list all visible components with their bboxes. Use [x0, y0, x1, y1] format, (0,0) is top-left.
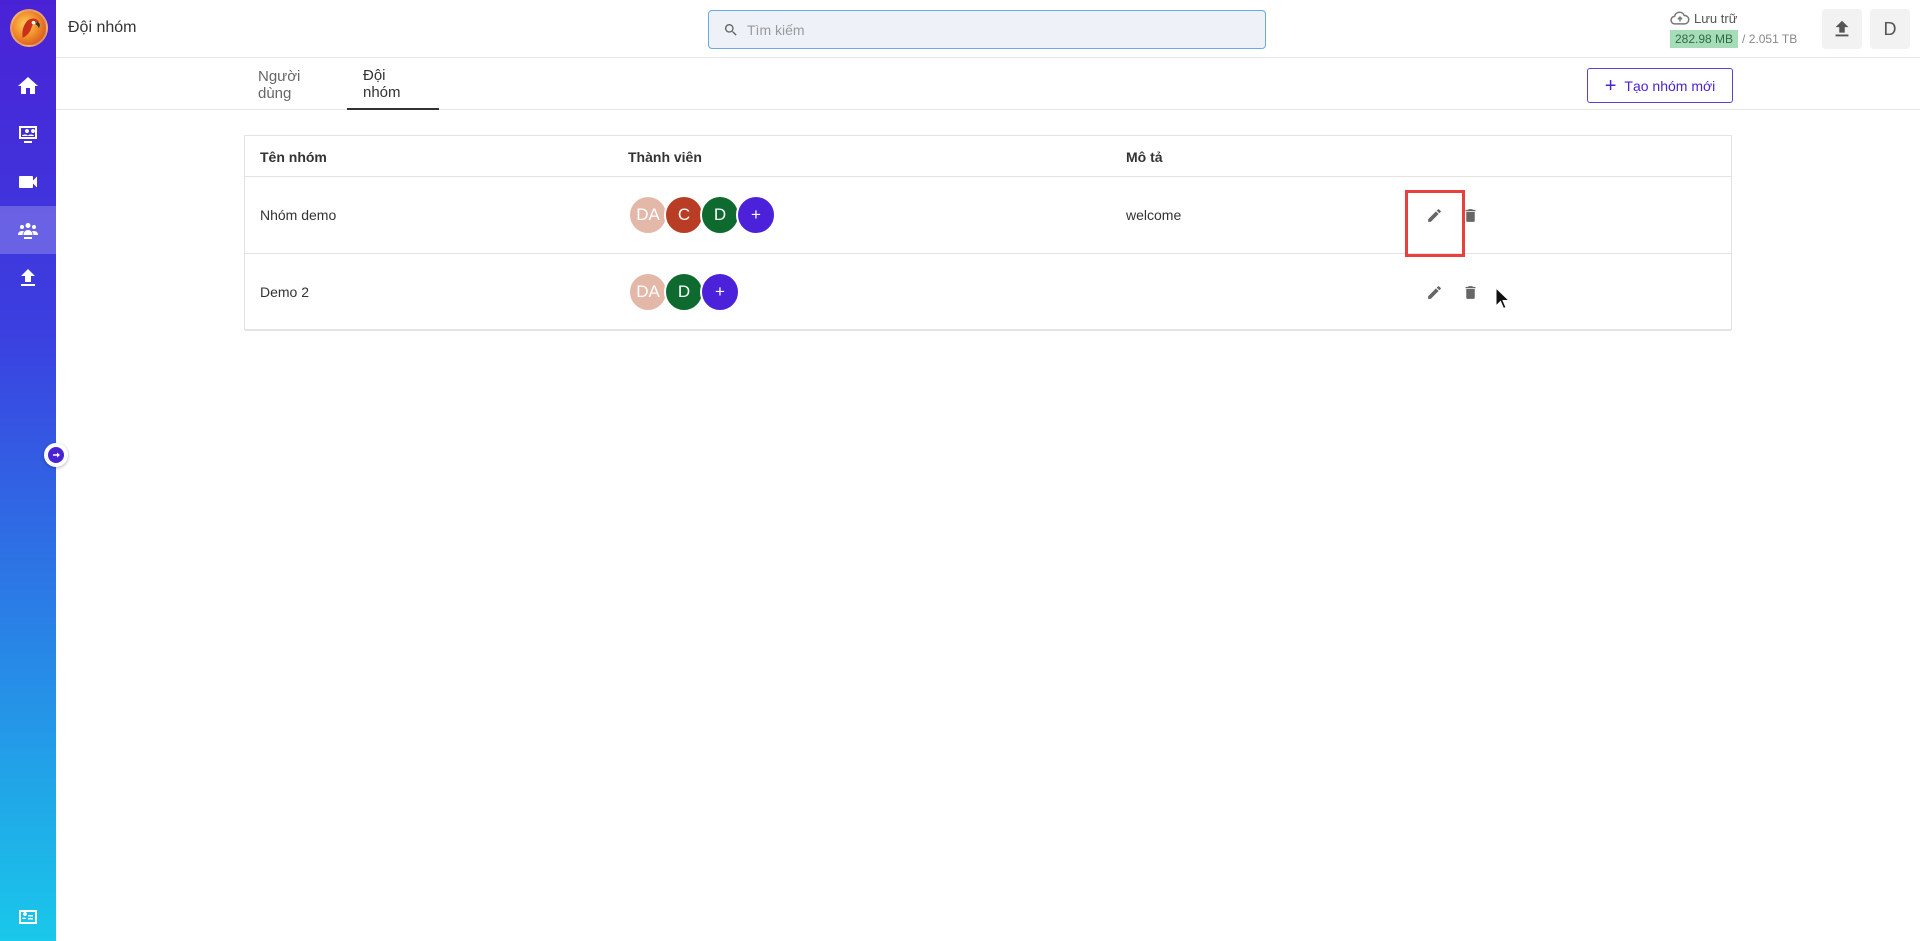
edit-button[interactable]	[1423, 281, 1445, 303]
search-box[interactable]	[708, 10, 1266, 49]
member-avatar[interactable]: D	[664, 272, 704, 312]
top-header: Đội nhóm Lưu trữ 282.98 MB / 2.051 TB D	[56, 0, 1920, 58]
sidebar-item-meeting[interactable]	[0, 110, 56, 158]
trash-icon	[1465, 208, 1475, 222]
parrot-logo-icon	[22, 18, 40, 38]
column-header-name: Tên nhóm	[260, 149, 327, 165]
cloud-upload-icon	[1670, 11, 1690, 25]
search-input[interactable]	[747, 21, 1247, 38]
app-logo[interactable]	[10, 9, 48, 47]
upload-icon	[1835, 20, 1849, 37]
table-header: Tên nhóm Thành viên Mô tả	[245, 136, 1731, 177]
storage-indicator: Lưu trữ 282.98 MB / 2.051 TB	[1670, 10, 1810, 48]
sidebar-item-team[interactable]	[0, 206, 56, 254]
id-card-icon	[19, 910, 37, 924]
storage-label: Lưu trữ	[1694, 10, 1738, 26]
trash-icon	[1465, 285, 1475, 299]
member-avatar[interactable]: D	[700, 195, 740, 235]
user-initial: D	[1883, 18, 1897, 39]
page-title: Đội nhóm	[68, 19, 137, 36]
storage-used-badge: 282.98 MB	[1670, 30, 1739, 48]
create-team-button[interactable]: + Tạo nhóm mới	[1587, 68, 1733, 103]
edit-button[interactable]	[1423, 204, 1445, 226]
sidebar-item-video[interactable]	[0, 158, 56, 206]
tabs-bar: Người dùng Đội nhóm + Tạo nhóm mới	[56, 59, 1920, 110]
delete-button[interactable]	[1459, 204, 1481, 226]
member-avatar[interactable]: DA	[628, 272, 668, 312]
add-member-button[interactable]: +	[700, 272, 740, 312]
pencil-icon	[1427, 285, 1441, 299]
sidebar-expand-button[interactable]	[44, 443, 68, 467]
storage-total: / 2.051 TB	[1742, 32, 1798, 46]
team-icon	[18, 223, 38, 239]
sidebar-item-home[interactable]	[0, 62, 56, 110]
mouse-cursor-icon	[1495, 287, 1511, 310]
delete-button[interactable]	[1459, 281, 1481, 303]
video-icon	[19, 176, 37, 188]
user-avatar-button[interactable]: D	[1870, 9, 1910, 49]
arrow-right-icon	[53, 452, 60, 458]
sidebar-item-upload[interactable]	[0, 254, 56, 302]
sidebar	[0, 0, 56, 941]
member-avatars: DA D +	[628, 272, 740, 312]
add-member-button[interactable]: +	[736, 195, 776, 235]
column-header-description: Mô tả	[1126, 149, 1163, 165]
pencil-icon	[1427, 208, 1441, 222]
team-name: Nhóm demo	[260, 207, 337, 223]
meeting-icon	[19, 126, 37, 143]
table-row: Nhóm demo DA C D + welcome	[245, 177, 1731, 254]
home-icon	[18, 77, 38, 94]
sidebar-item-id-card[interactable]	[0, 893, 56, 941]
upload-button[interactable]	[1822, 9, 1862, 49]
member-avatar[interactable]: C	[664, 195, 704, 235]
upload-icon	[21, 269, 35, 286]
member-avatar[interactable]: DA	[628, 195, 668, 235]
tab-teams[interactable]: Đội nhóm	[347, 59, 439, 110]
member-avatars: DA C D +	[628, 195, 776, 235]
search-icon	[724, 23, 737, 36]
column-header-members: Thành viên	[628, 149, 702, 165]
plus-icon: +	[1604, 74, 1617, 97]
tab-users[interactable]: Người dùng	[242, 59, 352, 110]
team-name: Demo 2	[260, 284, 310, 300]
team-description: welcome	[1126, 207, 1182, 223]
